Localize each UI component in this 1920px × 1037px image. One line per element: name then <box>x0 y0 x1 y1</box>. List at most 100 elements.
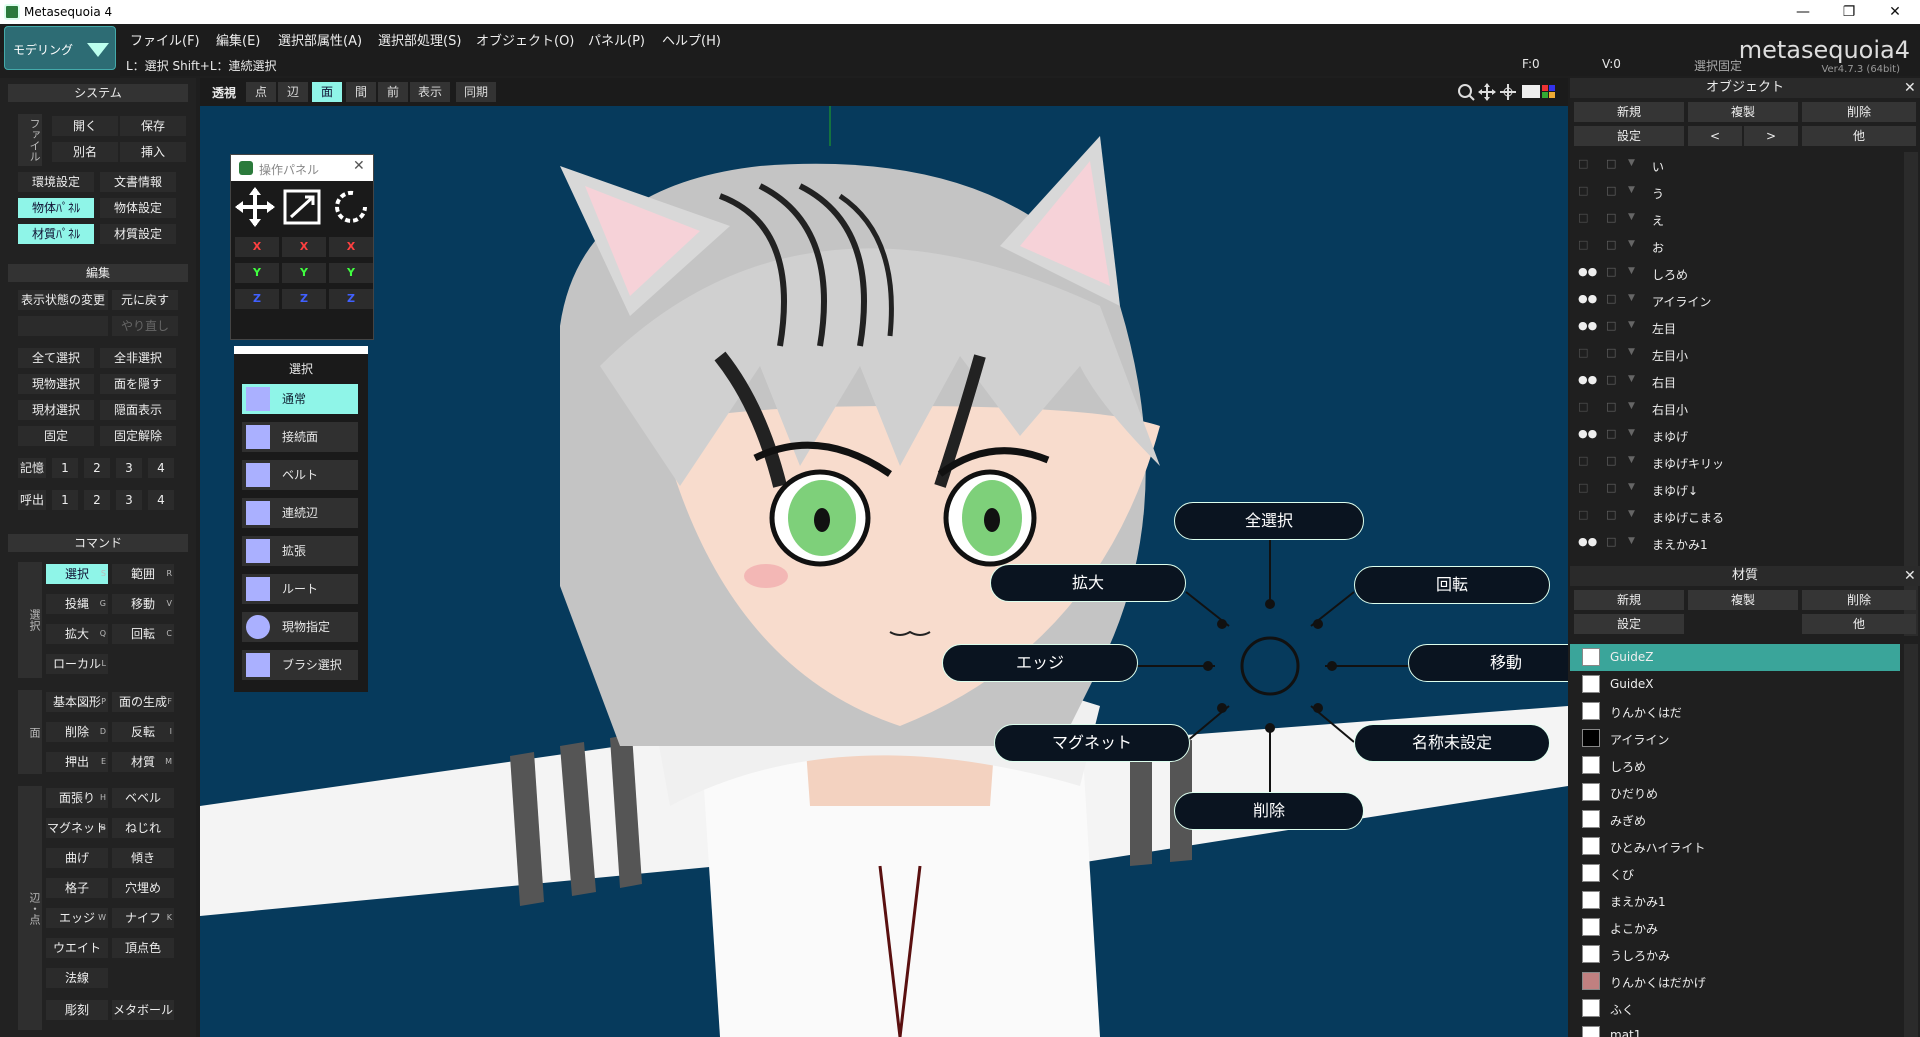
tab-front[interactable]: 前 <box>378 82 408 102</box>
eye-icon[interactable]: ●● <box>1578 373 1597 386</box>
eye-off-icon[interactable]: □ <box>1578 454 1588 467</box>
axis-z-button[interactable]: Z <box>282 289 326 309</box>
lock-icon[interactable]: □ <box>1606 211 1616 224</box>
material-row[interactable]: アイライン <box>1570 725 1900 752</box>
lock-icon[interactable]: □ <box>1606 481 1616 494</box>
material-scrollbar[interactable] <box>1904 644 1918 1037</box>
close-icon[interactable]: ✕ <box>353 158 365 174</box>
unlock-button[interactable]: 固定解除 <box>100 426 176 446</box>
lock-icon[interactable]: □ <box>1606 157 1616 170</box>
object-settings-button[interactable]: 設定 <box>1574 126 1684 146</box>
close-icon[interactable]: ✕ <box>1904 80 1916 96</box>
material-delete-button[interactable]: 削除 <box>1802 590 1916 610</box>
current-material-select-button[interactable]: 現材選択 <box>18 400 94 420</box>
chevron-down-icon[interactable]: ▼ <box>1628 347 1635 357</box>
tab-face[interactable]: 面 <box>312 82 342 102</box>
eye-off-icon[interactable]: □ <box>1578 508 1588 521</box>
command-button[interactable]: 穴埋め <box>112 878 174 898</box>
eye-icon[interactable]: ●● <box>1578 535 1597 548</box>
material-row[interactable]: GuideZ <box>1570 644 1900 671</box>
object-row[interactable]: ●● □ ▼ しろめ <box>1570 260 1900 287</box>
command-button[interactable]: 曲げ <box>46 848 108 868</box>
object-row[interactable]: □ □ ▼ お <box>1570 233 1900 260</box>
command-button[interactable]: 傾き <box>112 848 174 868</box>
command-button[interactable]: 法線 <box>46 968 108 988</box>
command-button[interactable]: 面の生成 F <box>112 692 174 712</box>
command-button[interactable]: 押出 E <box>46 752 108 772</box>
command-button[interactable]: 彫刻 <box>46 1000 108 1020</box>
command-button[interactable]: ベベル <box>112 788 174 808</box>
material-row[interactable]: しろめ <box>1570 752 1900 779</box>
object-row[interactable]: □ □ ▼ まゆげこまる <box>1570 503 1900 530</box>
eye-off-icon[interactable]: □ <box>1578 346 1588 359</box>
mode-dropdown[interactable]: モデリング <box>4 26 116 70</box>
object-row[interactable]: ●● □ ▼ アイライン <box>1570 287 1900 314</box>
menu-help[interactable]: ヘルプ(H) <box>662 30 721 49</box>
menu-panel[interactable]: パネル(P) <box>588 30 645 49</box>
material-settings-button[interactable]: 材質設定 <box>100 224 176 244</box>
lock-icon[interactable]: □ <box>1606 265 1616 278</box>
eye-icon[interactable]: ●● <box>1578 427 1597 440</box>
axis-z-button[interactable]: Z <box>329 289 373 309</box>
object-row[interactable]: ●● □ ▼ まゆげ <box>1570 422 1900 449</box>
tab-sync[interactable]: 同期 <box>456 82 496 102</box>
chevron-down-icon[interactable]: ▼ <box>1628 185 1635 195</box>
pie-center-icon[interactable] <box>1240 636 1300 696</box>
chevron-down-icon[interactable]: ▼ <box>1628 536 1635 546</box>
lock-icon[interactable]: □ <box>1606 184 1616 197</box>
material-new-button[interactable]: 新規 <box>1574 590 1684 610</box>
lock-icon[interactable]: □ <box>1606 535 1616 548</box>
axis-x-button[interactable]: X <box>235 237 279 257</box>
memory-slot-3[interactable]: 3 <box>116 458 142 478</box>
lock-icon[interactable]: □ <box>1606 427 1616 440</box>
menu-file[interactable]: ファイル(F) <box>130 30 200 49</box>
chevron-down-icon[interactable]: ▼ <box>1628 401 1635 411</box>
command-button[interactable]: マグネット B <box>46 818 108 838</box>
eye-off-icon[interactable]: □ <box>1578 157 1588 170</box>
object-settings-button[interactable]: 物体設定 <box>100 198 176 218</box>
menu-object[interactable]: オブジェクト(O) <box>476 30 574 49</box>
lock-icon[interactable]: □ <box>1606 292 1616 305</box>
tab-display[interactable]: 表示 <box>410 82 450 102</box>
select-mode-item[interactable]: 拡張 <box>242 536 358 566</box>
pie-move[interactable]: 移動 <box>1408 644 1568 682</box>
material-row[interactable]: くび <box>1570 860 1900 887</box>
axis-y-button[interactable]: Y <box>282 263 326 283</box>
menu-edit[interactable]: 編集(E) <box>216 30 260 49</box>
material-row[interactable]: うしろかみ <box>1570 941 1900 968</box>
material-panel-button[interactable]: 材質ﾊﾟﾈﾙ <box>18 224 94 244</box>
tab-gap[interactable]: 間 <box>346 82 376 102</box>
menu-select-proc[interactable]: 選択部処理(S) <box>378 30 461 49</box>
memory-slot-1[interactable]: 1 <box>52 458 78 478</box>
chevron-down-icon[interactable]: ▼ <box>1628 212 1635 222</box>
recall-slot-3[interactable]: 3 <box>116 490 142 510</box>
eye-off-icon[interactable]: □ <box>1578 481 1588 494</box>
axis-x-button[interactable]: X <box>282 237 326 257</box>
material-copy-button[interactable]: 複製 <box>1688 590 1798 610</box>
history-field[interactable] <box>18 316 108 336</box>
lock-icon[interactable]: □ <box>1606 373 1616 386</box>
object-row[interactable]: ●● □ ▼ 左目 <box>1570 314 1900 341</box>
pie-select-all[interactable]: 全選択 <box>1174 502 1364 540</box>
display-state-button[interactable]: 表示状態の変更 <box>18 290 108 310</box>
restore-icon[interactable]: ❐ <box>1826 0 1872 24</box>
select-all-button[interactable]: 全て選択 <box>18 348 94 368</box>
insert-button[interactable]: 挿入 <box>120 142 186 162</box>
select-mode-item[interactable]: ベルト <box>242 460 358 490</box>
material-row[interactable]: りんかくはだかげ <box>1570 968 1900 995</box>
select-mode-item[interactable]: ブラシ選択 <box>242 650 358 680</box>
object-other-button[interactable]: 他 <box>1802 126 1916 146</box>
select-mode-item[interactable]: 接続面 <box>242 422 358 452</box>
hide-face-button[interactable]: 面を隠す <box>100 374 176 394</box>
material-other-button[interactable]: 他 <box>1802 614 1916 634</box>
object-row[interactable]: ●● □ ▼ 右目 <box>1570 368 1900 395</box>
axis-y-button[interactable]: Y <box>329 263 373 283</box>
display-mode-icon[interactable] <box>1522 85 1555 98</box>
select-mode-item[interactable]: 現物指定 <box>242 612 358 642</box>
pie-delete[interactable]: 削除 <box>1174 792 1364 830</box>
object-row[interactable]: □ □ ▼ 右目小 <box>1570 395 1900 422</box>
menu-select-attr[interactable]: 選択部属性(A) <box>278 30 362 49</box>
select-mode-item[interactable]: ルート <box>242 574 358 604</box>
lock-icon[interactable]: □ <box>1606 319 1616 332</box>
material-row[interactable]: ひだりめ <box>1570 779 1900 806</box>
